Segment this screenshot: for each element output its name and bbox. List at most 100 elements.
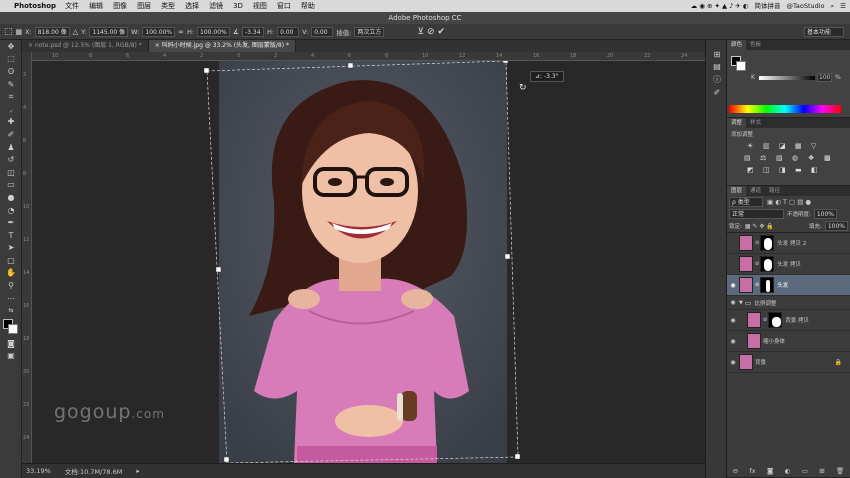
transform-bounding-box[interactable] — [32, 61, 705, 463]
angle-input[interactable]: -3.34 — [242, 26, 264, 37]
history-brush-icon[interactable]: ↺ — [0, 153, 22, 166]
menu-window[interactable]: 窗口 — [277, 0, 291, 12]
tab-close-icon[interactable]: × — [28, 42, 35, 49]
zoom-level[interactable]: 33.19% — [26, 467, 51, 475]
extra-tools-icon[interactable]: ⋯ — [0, 292, 22, 305]
posterize-icon[interactable]: ◫ — [763, 166, 775, 174]
list-icon[interactable]: ☰ — [840, 0, 846, 12]
menu-view[interactable]: 视图 — [253, 0, 267, 12]
invert-icon[interactable]: ◩ — [747, 166, 759, 174]
trash-icon[interactable]: 🗑 — [836, 467, 844, 475]
layer-name[interactable]: 背景 拷贝 — [785, 316, 809, 324]
layer-row[interactable]: ◉ ⊘ 背景 拷贝 — [727, 310, 850, 331]
transform-tool-icon[interactable]: ⬚ — [4, 27, 13, 37]
adjustment-layer-icon[interactable]: ◐ — [785, 467, 791, 475]
k-value[interactable]: 100 — [817, 73, 832, 82]
user-name[interactable]: @TaoStudio — [786, 0, 824, 12]
gradient-tool-icon[interactable]: ▭ — [0, 179, 22, 192]
tab-channels[interactable]: 通道 — [746, 186, 765, 196]
layer-name[interactable]: 比例调整 — [754, 299, 776, 307]
menu-edit[interactable]: 编辑 — [89, 0, 103, 12]
link-layers-icon[interactable]: ⊖ — [733, 467, 738, 475]
menu-layer[interactable]: 图层 — [137, 0, 151, 12]
x-input[interactable]: 818.00 像 — [34, 26, 70, 37]
brightness-icon[interactable]: ☀ — [747, 142, 759, 150]
filter-icons[interactable]: ▣ ◐ T ▢ ▤ ● — [767, 198, 811, 206]
layer-row-background[interactable]: ◉ 背景 🔒 — [727, 352, 850, 373]
black-white-icon[interactable]: ▧ — [776, 154, 788, 162]
menu-filter[interactable]: 滤镜 — [209, 0, 223, 12]
dodge-tool-icon[interactable]: ◔ — [0, 204, 22, 217]
delta-icon[interactable]: △ — [73, 27, 78, 37]
h-input[interactable]: 100.00% — [197, 26, 230, 37]
layer-name[interactable]: 缩小身体 — [763, 337, 785, 345]
link-icon[interactable]: ∞ — [178, 27, 184, 37]
commit-transform-icon[interactable]: ✔ — [438, 27, 446, 37]
threshold-icon[interactable]: ◨ — [779, 166, 791, 174]
vskew-input[interactable]: 0.00 — [311, 26, 334, 37]
hue-icon[interactable]: ▤ — [744, 154, 756, 162]
opacity-input[interactable]: 100% — [813, 209, 838, 219]
brush-panel-icon[interactable]: ✐ — [706, 86, 728, 99]
fx-icon[interactable]: fx — [749, 467, 755, 475]
screen-mode-icon[interactable]: ▣ — [0, 350, 22, 363]
layer-name[interactable]: 头发 拷贝 2 — [777, 239, 806, 247]
reference-point-icon[interactable]: ▦ — [16, 27, 23, 37]
layer-row[interactable]: ◉ 缩小身体 — [727, 331, 850, 352]
eye-icon[interactable]: ◉ — [727, 299, 739, 306]
crop-tool-icon[interactable]: ⌗ — [0, 90, 22, 103]
tab-styles[interactable]: 样式 — [746, 118, 765, 128]
tab-layers[interactable]: 图层 — [727, 186, 747, 196]
quick-select-tool-icon[interactable]: ✎ — [0, 78, 22, 91]
menu-image[interactable]: 图像 — [113, 0, 127, 12]
eye-icon[interactable]: ◉ — [727, 338, 739, 345]
interp-select[interactable]: 两次立方 — [354, 26, 385, 37]
levels-icon[interactable]: ▥ — [763, 142, 775, 150]
zoom-tool-icon[interactable]: ⚲ — [0, 279, 22, 292]
fill-input[interactable]: 100% — [824, 221, 848, 231]
w-input[interactable]: 100.00% — [142, 26, 176, 37]
swap-colors-icon[interactable]: ⇆ — [0, 304, 22, 317]
tab-close-icon[interactable]: × — [155, 42, 162, 49]
menu-file[interactable]: 文件 — [65, 0, 79, 12]
color-swatches[interactable] — [0, 317, 22, 337]
warp-icon[interactable]: ⊻ — [417, 27, 424, 37]
status-menu-icon[interactable]: ▸ — [136, 467, 139, 475]
tab-adjustments[interactable]: 调整 — [727, 118, 747, 128]
layer-group-row[interactable]: ◉ ▼ ▭ 比例调整 — [727, 296, 850, 310]
tab-note[interactable]: × note.psd @ 12.5% (图层 1, RGB/8) * — [22, 40, 149, 52]
eraser-tool-icon[interactable]: ◫ — [0, 166, 22, 179]
eye-icon[interactable]: ◉ — [727, 359, 739, 366]
lasso-tool-icon[interactable]: ʘ — [0, 65, 22, 78]
layer-row[interactable]: ⊘ 头发 拷贝 — [727, 254, 850, 275]
pen-tool-icon[interactable]: ✒ — [0, 216, 22, 229]
layer-row[interactable]: ⊘ 头发 拷贝 2 — [727, 233, 850, 254]
color-spectrum[interactable] — [729, 105, 841, 113]
hskew-input[interactable]: 0.00 — [277, 26, 300, 37]
vertical-ruler[interactable]: 2 4 6 8 10 12 14 16 18 20 22 24 — [22, 52, 32, 463]
layer-name[interactable]: 头发 — [777, 281, 788, 289]
blend-mode-select[interactable]: 正常 — [729, 209, 784, 219]
color-lookup-icon[interactable]: ▩ — [824, 154, 836, 162]
tab-paths[interactable]: 路径 — [765, 186, 784, 196]
layer-name[interactable]: 背景 — [755, 358, 766, 366]
layer-row-selected[interactable]: ◉ ⊘ 头发 — [727, 275, 850, 296]
move-tool-icon[interactable]: ✥ — [0, 40, 22, 53]
horizontal-ruler[interactable]: 10 8 6 4 2 0 2 4 6 8 10 12 14 16 18 20 22 24 — [32, 52, 705, 61]
add-mask-icon[interactable]: ◙ — [767, 467, 773, 475]
layer-mask-thumbnail[interactable] — [768, 312, 783, 328]
tab-active-document[interactable]: × 叫妈小时候.jpg @ 33.2% (头发, 图层蒙版/8) * — [148, 40, 296, 52]
history-panel-icon[interactable]: ⊞ — [706, 48, 728, 61]
tab-color[interactable]: 颜色 — [727, 40, 747, 50]
blur-tool-icon[interactable]: ● — [0, 191, 22, 204]
properties-panel-icon[interactable]: ▤ — [706, 61, 728, 74]
input-method[interactable]: 简体拼音 — [754, 0, 780, 12]
curves-icon[interactable]: ◪ — [779, 142, 791, 150]
app-menu[interactable]: Photoshop — [14, 0, 56, 12]
menu-type[interactable]: 类型 — [161, 0, 175, 12]
new-group-icon[interactable]: ▭ — [802, 467, 808, 475]
status-icons[interactable]: ☁ ◉ ⊕ ✦ ▲ ♪ ✈ ◐ — [691, 0, 749, 12]
canvas-area[interactable]: gogoup.com ⊿: -3.3° ↻ — [32, 61, 705, 463]
color-bg-swatch[interactable] — [736, 61, 746, 71]
new-layer-icon[interactable]: ⊞ — [819, 467, 824, 475]
